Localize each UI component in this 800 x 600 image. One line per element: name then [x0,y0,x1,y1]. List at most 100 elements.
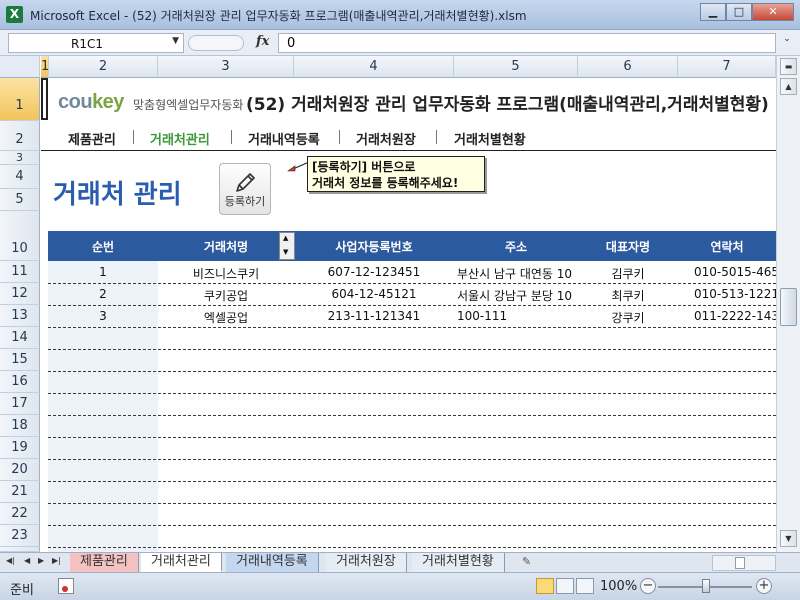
column-header-representative: 대표자명 [605,240,651,254]
table-cell[interactable]: 011-2222-1433 [694,309,776,323]
page-layout-view-icon[interactable] [556,578,574,594]
zoom-in-icon[interactable]: + [756,578,772,594]
horizontal-scrollbar[interactable] [712,555,776,571]
sort-down-icon[interactable]: ▼ [283,248,288,256]
column-header[interactable]: 2 [49,56,158,78]
row-header[interactable]: 4 [0,165,40,189]
prev-sheet-icon[interactable]: ◀ [24,556,30,565]
table-cell[interactable]: 쿠키공업 [158,287,294,304]
row-header[interactable]: 23 [0,525,40,547]
table-cell[interactable]: 2 [48,287,158,301]
sheet-tab-transaction-entry[interactable]: 거래내역등록 [226,553,319,572]
sheet-tab-client-status[interactable]: 거래처별현황 [412,553,505,572]
scroll-down-icon[interactable]: ▼ [780,530,797,547]
sheet-tab-client-ledger[interactable]: 거래처원장 [326,553,407,572]
insert-sheet-icon[interactable]: ✎ [522,555,540,570]
row-divider [48,327,776,328]
page-break-view-icon[interactable] [576,578,594,594]
row-header[interactable]: 21 [0,481,40,503]
normal-view-icon[interactable] [536,578,554,594]
close-button[interactable]: ✕ [752,3,794,21]
window-title: Microsoft Excel - (52) 거래처원장 관리 업무자동화 프로… [30,9,527,23]
table-cell[interactable]: 김쿠키 [578,265,678,282]
table-cell[interactable]: 3 [48,309,158,323]
row-header[interactable]: 2 [0,121,40,151]
table-cell[interactable]: 1 [48,265,158,279]
table-cell[interactable]: 비즈니스쿠키 [158,265,294,282]
minimize-button[interactable]: ▁ [700,3,726,21]
sort-up-icon[interactable]: ▲ [283,234,288,242]
row-header[interactable]: 22 [0,503,40,525]
menu-item-client-ledger[interactable]: 거래처원장 [356,129,416,148]
register-button-label: 등록하기 [224,195,266,208]
row-header[interactable]: 10 [0,211,40,261]
menu-item-transaction-entry[interactable]: 거래내역등록 [248,129,320,148]
row-header[interactable]: 1 [0,78,40,121]
zoom-out-icon[interactable]: − [640,578,656,594]
record-macro-icon[interactable] [58,578,74,594]
table-cell[interactable]: 010-513-1221 [694,287,776,301]
row-divider [48,525,776,526]
row-header[interactable]: 12 [0,283,40,305]
row-header[interactable]: 18 [0,415,40,437]
column-header-no: 순번 [91,240,115,254]
table-cell[interactable]: 010-5015-4654 [694,265,776,279]
worksheet[interactable]: coukey 맞춤형엑셀업무자동화 (52) 거래처원장 관리 업무자동화 프로… [41,78,776,552]
column-header[interactable]: 7 [678,56,776,78]
column-header[interactable]: 1 [41,56,49,78]
row-header[interactable]: 20 [0,459,40,481]
menu-item-client-status[interactable]: 거래처별현황 [454,129,526,148]
row-header[interactable]: 17 [0,393,40,415]
row-header[interactable]: 3 [0,151,40,165]
name-box-value: R1C1 [71,37,103,51]
last-sheet-icon[interactable]: ▶| [52,556,61,565]
name-box[interactable]: R1C1 ▼ [8,33,184,53]
table-cell[interactable]: 604-12-45121 [294,287,454,301]
row-header[interactable]: 16 [0,371,40,393]
column-header[interactable]: 5 [454,56,578,78]
sheet-tab-products[interactable]: 제품관리 [70,553,139,572]
zoom-level[interactable]: 100% [600,579,637,594]
table-cell[interactable]: 부산시 남구 대연동 10 [457,265,577,282]
table-cell[interactable]: 서울시 강남구 분당 10 [457,287,577,304]
window-controls: ▁ □ ✕ [700,3,794,21]
sheet-tab-clients[interactable]: 거래처관리 [141,553,222,572]
sort-spinner[interactable]: ▲ ▼ [279,232,295,260]
menu-item-products[interactable]: 제품관리 [68,129,116,148]
column-header[interactable]: 6 [578,56,678,78]
table-cell[interactable]: 강쿠키 [578,309,678,326]
row-header[interactable]: 5 [0,189,40,211]
table-cell[interactable]: 최쿠키 [578,287,678,304]
row-header[interactable]: 19 [0,437,40,459]
row-header[interactable]: 11 [0,261,40,283]
row-header[interactable]: 14 [0,327,40,349]
select-all-corner[interactable] [0,56,40,78]
column-header[interactable]: 4 [294,56,454,78]
chevron-down-icon[interactable]: ▼ [172,36,179,46]
insert-function-button[interactable]: fx [256,34,269,49]
table-cell[interactable]: 213-11-121341 [294,309,454,323]
column-header[interactable]: 3 [158,56,294,78]
vertical-scrollbar[interactable]: ▬ ▲ ▼ [776,56,800,552]
table-cell[interactable]: 100-111 [457,309,577,323]
register-button[interactable]: 등록하기 [219,163,271,215]
maximize-button[interactable]: □ [726,3,752,21]
first-sheet-icon[interactable]: ◀| [6,556,15,565]
table-cell[interactable]: 엑셀공업 [158,309,294,326]
menu-item-clients[interactable]: 거래처관리 [150,129,210,148]
formula-input[interactable]: 0 [278,33,776,53]
scroll-thumb[interactable] [780,288,797,326]
zoom-slider-thumb[interactable] [702,579,710,593]
table-cell[interactable]: 607-12-123451 [294,265,454,279]
formula-bar: R1C1 ▼ fx 0 ⌄ [0,30,800,56]
row-divider [48,437,776,438]
row-header[interactable]: 13 [0,305,40,327]
next-sheet-icon[interactable]: ▶ [38,556,44,565]
scroll-up-icon[interactable]: ▲ [780,78,797,95]
chevron-down-icon[interactable]: ⌄ [780,34,794,52]
split-box-icon[interactable]: ▬ [780,58,797,75]
excel-icon[interactable]: X [6,6,23,23]
scroll-thumb[interactable] [735,557,745,569]
column-header-client-name: 거래처명 [203,240,249,254]
row-header[interactable]: 15 [0,349,40,371]
